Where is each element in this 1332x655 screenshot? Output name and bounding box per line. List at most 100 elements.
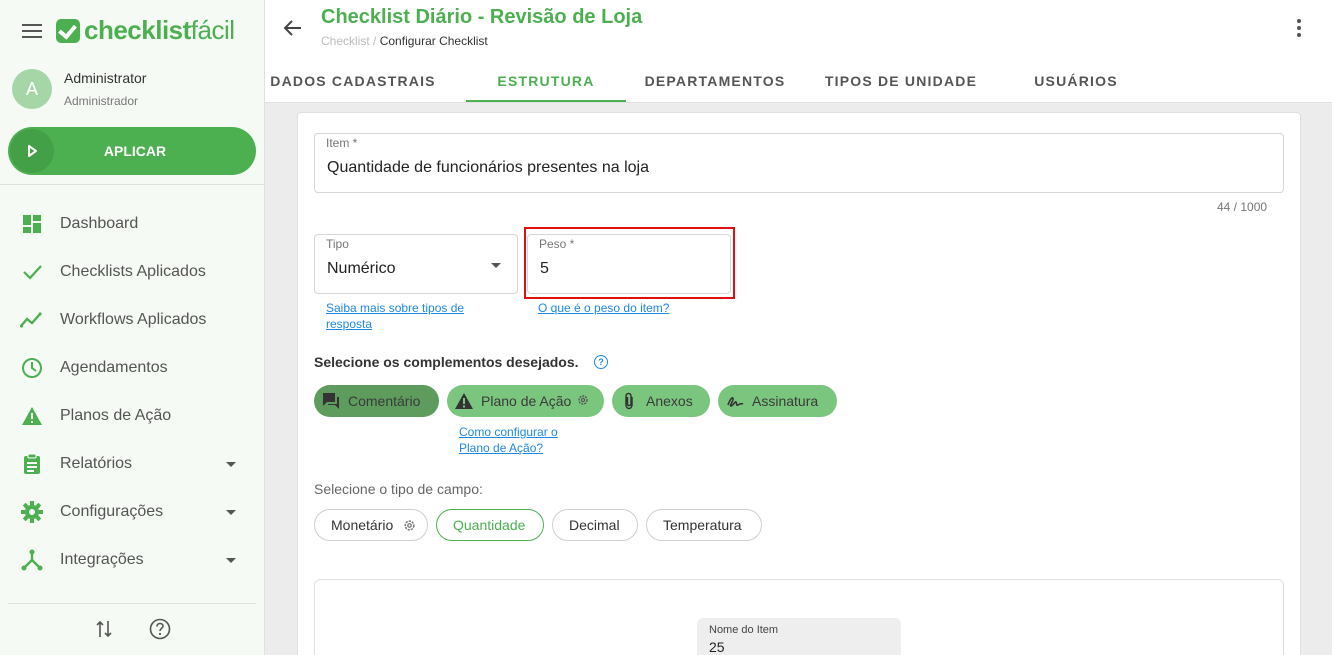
sidebar-item-label: Checklists Aplicados xyxy=(60,263,206,280)
sidebar-item-label: Configurações xyxy=(60,503,164,520)
back-arrow-icon[interactable] xyxy=(281,16,305,40)
tab-dados-cadastrais[interactable]: DADOS CADASTRAIS xyxy=(265,58,441,103)
sidebar-item-label: Agendamentos xyxy=(60,359,168,376)
item-field[interactable]: Item * Quantidade de funcionários presen… xyxy=(314,133,1284,193)
gear-icon[interactable] xyxy=(577,393,589,409)
signature-icon xyxy=(725,391,745,411)
logo: checklistfácil xyxy=(56,15,235,46)
logo-text-bold: checklist xyxy=(84,15,191,45)
item-field-value: Quantidade de funcionários presentes na … xyxy=(327,159,649,176)
chip-label: Monetário xyxy=(331,517,394,533)
tipo-select-value: Numérico xyxy=(327,260,396,277)
gear-icon xyxy=(20,500,44,524)
sidebar-item-label: Workflows Aplicados xyxy=(60,311,207,328)
apply-button[interactable]: APLICAR xyxy=(8,127,256,175)
tipo-help-link-line: resposta xyxy=(326,317,373,331)
sidebar-item-label: Relatórios xyxy=(60,455,133,472)
chip-label: Assinatura xyxy=(752,393,819,409)
apply-label: APLICAR xyxy=(103,143,167,159)
logo-check-icon xyxy=(56,18,80,43)
sidebar-divider xyxy=(8,603,256,604)
chip-monetario[interactable]: Monetário xyxy=(314,509,428,541)
dashboard-icon xyxy=(20,212,44,236)
integration-icon xyxy=(20,548,44,572)
item-char-counter: 44 / 1000 xyxy=(1217,200,1268,214)
sidebar-item-planos[interactable]: Planos de Ação xyxy=(0,392,265,440)
tab-estrutura[interactable]: ESTRUTURA xyxy=(466,58,626,103)
swap-vertical-icon[interactable] xyxy=(92,617,116,641)
chip-anexos[interactable]: Anexos xyxy=(612,385,710,417)
item-field-label: Item * xyxy=(326,136,358,150)
sidebar-item-label: Planos de Ação xyxy=(60,407,172,424)
active-tab-indicator xyxy=(466,100,626,102)
tipo-select[interactable]: Tipo Numérico xyxy=(314,234,518,294)
sidebar-item-configuracoes[interactable]: Configurações xyxy=(0,488,265,536)
preview-field-label: Nome do Item xyxy=(709,624,779,636)
menu-icon[interactable] xyxy=(22,24,42,38)
chip-label: Quantidade xyxy=(453,517,526,533)
sidebar-item-agendamentos[interactable]: Agendamentos xyxy=(0,344,265,392)
comment-icon xyxy=(321,391,341,411)
preview-field: Nome do Item 25 xyxy=(697,618,901,655)
tipo-help-link[interactable]: Saiba mais sobre tipos de resposta xyxy=(326,300,464,332)
attachment-icon xyxy=(619,391,639,411)
sidebar-item-dashboard[interactable]: Dashboard xyxy=(0,200,265,248)
highlight-box xyxy=(524,227,735,299)
sidebar-item-label: Integrações xyxy=(60,551,144,568)
tab-usuarios[interactable]: USUÁRIOS xyxy=(1017,58,1135,103)
plan-help-link-line: Como configurar o xyxy=(459,425,558,439)
sidebar-divider xyxy=(0,184,265,185)
plan-help-link-line: Plano de Ação? xyxy=(459,441,544,455)
chip-label: Plano de Ação xyxy=(481,393,572,409)
tipo-select-label: Tipo xyxy=(326,237,349,251)
check-icon xyxy=(20,260,44,284)
breadcrumb-parent[interactable]: Checklist xyxy=(321,34,370,48)
sidebar-item-integracoes[interactable]: Integrações xyxy=(0,536,265,584)
dropdown-arrow-icon xyxy=(491,263,501,268)
user-name: Administrator xyxy=(64,70,147,86)
tab-tipos-de-unidade[interactable]: TIPOS DE UNIDADE xyxy=(817,58,985,103)
gear-icon[interactable] xyxy=(403,519,416,532)
chevron-down-icon xyxy=(226,509,236,515)
sidebar: checklistfácil A Administrator Administr… xyxy=(0,0,265,655)
avatar[interactable]: A xyxy=(12,69,52,109)
sidebar-item-label: Dashboard xyxy=(60,215,139,232)
help-icon[interactable]: ? xyxy=(594,355,608,369)
sidebar-item-relatorios[interactable]: Relatórios xyxy=(0,440,265,488)
chip-quantidade[interactable]: Quantidade xyxy=(436,509,544,541)
field-type-title: Selecione o tipo de campo: xyxy=(314,481,483,497)
chip-label: Comentário xyxy=(348,393,421,409)
peso-help-link[interactable]: O que é o peso do item? xyxy=(538,300,669,316)
more-vert-icon[interactable] xyxy=(1287,16,1311,40)
plan-help-link[interactable]: Como configurar o Plano de Ação? xyxy=(459,424,558,456)
chip-temperatura[interactable]: Temperatura xyxy=(646,509,762,541)
trend-icon xyxy=(20,308,44,332)
chevron-down-icon xyxy=(226,461,236,467)
sidebar-item-workflows[interactable]: Workflows Aplicados xyxy=(0,296,265,344)
chip-label: Temperatura xyxy=(663,517,742,533)
complements-title: Selecione os complementos desejados. xyxy=(314,354,579,370)
chip-plano-de-acao[interactable]: Plano de Ação xyxy=(447,385,604,417)
breadcrumb-current: Configurar Checklist xyxy=(379,34,488,48)
item-form-card xyxy=(297,112,1301,655)
chip-decimal[interactable]: Decimal xyxy=(552,509,638,541)
page-title: Checklist Diário - Revisão de Loja xyxy=(321,6,643,28)
warning-icon xyxy=(20,404,44,428)
breadcrumb-separator: / xyxy=(373,34,377,48)
help-circle-icon[interactable] xyxy=(148,617,172,641)
sidebar-item-checklists[interactable]: Checklists Aplicados xyxy=(0,248,265,296)
clipboard-icon xyxy=(20,452,44,476)
warning-icon xyxy=(454,391,474,411)
chip-label: Anexos xyxy=(646,393,693,409)
user-role: Administrador xyxy=(64,94,139,108)
breadcrumb: Checklist / Configurar Checklist xyxy=(321,34,488,48)
tipo-help-link-line: Saiba mais sobre tipos de xyxy=(326,301,465,315)
tab-departamentos[interactable]: DEPARTAMENTOS xyxy=(637,58,793,103)
preview-field-value: 25 xyxy=(709,639,725,655)
chip-assinatura[interactable]: Assinatura xyxy=(718,385,837,417)
chip-comentario[interactable]: Comentário xyxy=(314,385,439,417)
chevron-down-icon xyxy=(226,557,236,563)
page-header: Checklist Diário - Revisão de Loja Check… xyxy=(265,0,1332,103)
logo-text-light: fácil xyxy=(190,15,235,45)
logo-text: checklistfácil xyxy=(84,15,235,46)
